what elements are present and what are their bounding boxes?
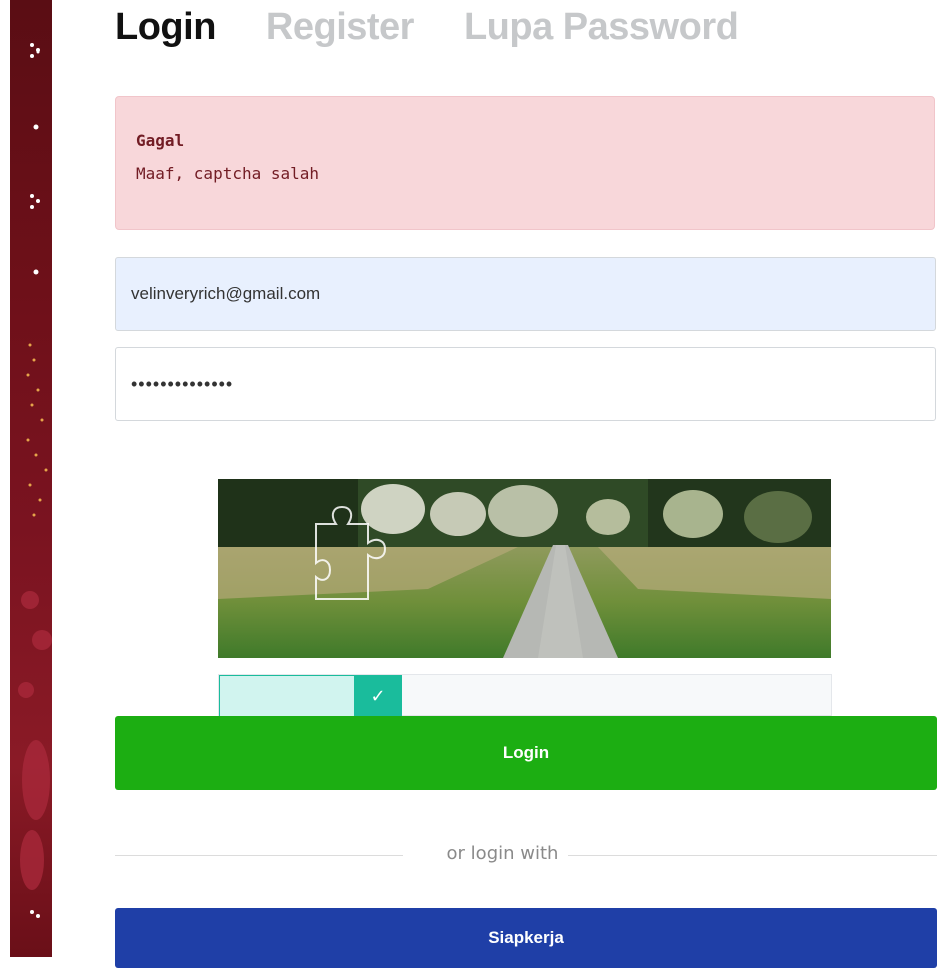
captcha-image xyxy=(218,479,831,658)
slider-handle[interactable]: ✓ xyxy=(354,675,402,717)
alert-message: Maaf, captcha salah xyxy=(136,164,320,183)
divider-text: or login with xyxy=(446,843,559,864)
tab-register[interactable]: Register xyxy=(266,6,415,49)
alert-title: Gagal xyxy=(136,131,185,150)
captcha-slider[interactable]: ✓ xyxy=(218,674,832,717)
email-field[interactable]: velinveryrich@gmail.com xyxy=(115,257,936,331)
siapkerja-button-label: Siapkerja xyxy=(488,928,564,947)
email-value: velinveryrich@gmail.com xyxy=(131,284,321,303)
password-value: •••••••••••••• xyxy=(131,373,234,394)
login-button[interactable]: Login xyxy=(115,716,937,790)
tab-login[interactable]: Login xyxy=(115,6,216,49)
auth-tabs: Login Register Lupa Password xyxy=(115,6,739,49)
error-alert: Gagal Maaf, captcha salah xyxy=(115,96,935,230)
decorative-side-strip xyxy=(10,0,52,957)
tab-lupa-password[interactable]: Lupa Password xyxy=(464,6,739,49)
password-field[interactable]: •••••••••••••• xyxy=(115,347,936,421)
login-button-label: Login xyxy=(502,743,550,762)
siapkerja-login-button[interactable]: Siapkerja xyxy=(115,908,937,968)
checkmark-icon: ✓ xyxy=(370,685,386,707)
